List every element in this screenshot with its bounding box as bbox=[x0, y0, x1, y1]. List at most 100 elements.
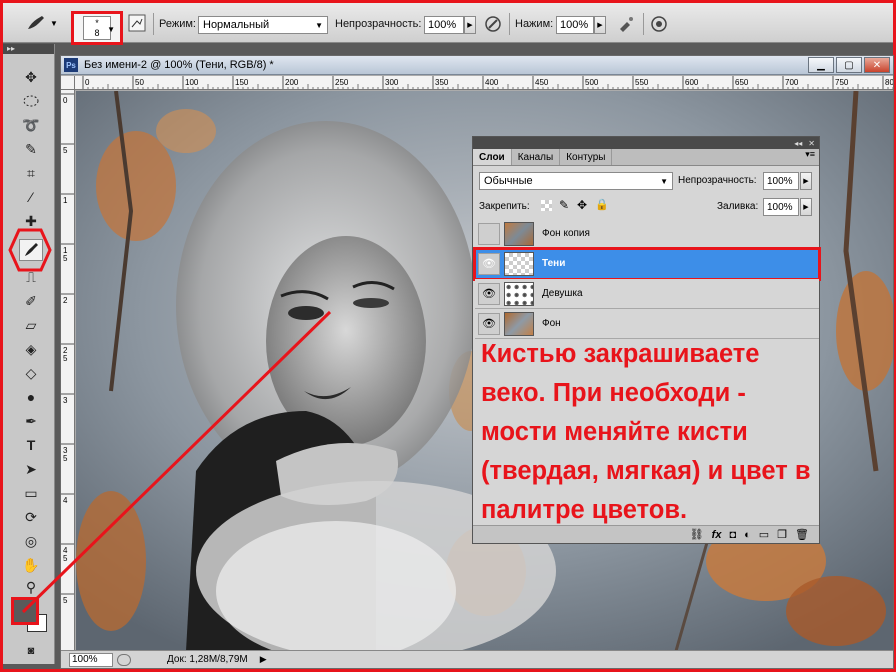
panel-header[interactable]: ◂◂ ✕ bbox=[473, 137, 819, 149]
brush-size-value: 8 bbox=[94, 28, 100, 38]
lock-all-icon[interactable]: 🔒 bbox=[595, 198, 609, 211]
quick-mask-icon[interactable]: ◙ bbox=[19, 640, 43, 662]
fill-label: Заливка: bbox=[717, 201, 759, 212]
ruler-label: 50 bbox=[135, 78, 144, 87]
flow-input[interactable]: 100% bbox=[556, 16, 594, 34]
ruler-label: 0 bbox=[85, 78, 90, 87]
paint-bucket-tool-icon[interactable]: ◈ bbox=[19, 338, 43, 360]
zoom-level-field[interactable]: 100% bbox=[69, 652, 113, 667]
chevron-right-icon[interactable]: ▶ bbox=[260, 654, 267, 665]
layer-row[interactable]: 👁 Девушка bbox=[475, 279, 819, 309]
ruler-corner bbox=[61, 76, 75, 90]
move-tool-icon[interactable]: ✥ bbox=[19, 66, 43, 88]
tablet-opacity-icon[interactable] bbox=[483, 14, 503, 34]
tab-layers[interactable]: Слои bbox=[473, 149, 512, 165]
ruler-label: 4 bbox=[63, 496, 68, 505]
trash-icon[interactable]: 🗑 bbox=[795, 528, 809, 541]
layer-row[interactable]: Фон копия bbox=[475, 219, 819, 249]
brush-panel-toggle-icon[interactable] bbox=[127, 13, 147, 33]
vertical-ruler[interactable]: 051152253354455 bbox=[61, 90, 75, 650]
new-group-icon[interactable]: ▭ bbox=[759, 528, 769, 541]
path-selection-tool-icon[interactable]: ➤ bbox=[19, 458, 43, 480]
ruler-label: 1 bbox=[63, 196, 68, 205]
layer-name: Тени bbox=[542, 258, 566, 269]
eye-icon[interactable]: 👁 bbox=[478, 282, 500, 305]
brush-preset-picker[interactable]: * 8 ▼ bbox=[71, 11, 123, 45]
status-menu-icon[interactable] bbox=[117, 653, 131, 666]
pen-tool-icon[interactable]: ✒ bbox=[19, 410, 43, 432]
3d-orbit-tool-icon[interactable]: ◎ bbox=[19, 530, 43, 552]
lock-position-icon[interactable]: ✥ bbox=[577, 198, 587, 212]
opacity-label: Непрозрачность: bbox=[335, 18, 422, 30]
3d-rotate-tool-icon[interactable]: ⟳ bbox=[19, 506, 43, 528]
toolbox-grip[interactable]: ▸▸ bbox=[3, 44, 54, 54]
add-mask-icon[interactable]: ◘ bbox=[729, 529, 736, 541]
crop-tool-icon[interactable]: ⌗ bbox=[19, 162, 43, 184]
eye-icon[interactable]: 👁 bbox=[478, 312, 500, 335]
clone-stamp-tool-icon[interactable]: ⎍ bbox=[19, 266, 43, 288]
flow-label: Нажим: bbox=[515, 18, 554, 30]
close-button[interactable]: ✕ bbox=[864, 57, 890, 73]
rectangle-tool-icon[interactable]: ▭ bbox=[19, 482, 43, 504]
type-tool-icon[interactable]: T bbox=[19, 434, 43, 456]
lock-transparency-icon[interactable] bbox=[541, 200, 552, 211]
zoom-tool-icon[interactable]: ⚲ bbox=[19, 576, 43, 598]
quick-selection-tool-icon[interactable]: ✎ bbox=[19, 138, 43, 160]
horizontal-ruler[interactable]: 0 50 100 150 200 250 300 350 400 450 500 550 600 650 7… bbox=[75, 76, 893, 90]
toolbox: ▸▸ ✥ ➰ ✎ ⌗ ⁄ ✚ ⎍ ✐ ▱ ◈ ◇ ● ✒ T ➤ ▭ ⟳ ◎ ✋… bbox=[3, 44, 55, 664]
brush-tool-icon[interactable] bbox=[19, 239, 43, 261]
fill-input[interactable]: 100% bbox=[763, 198, 799, 216]
opacity-value: 100% bbox=[428, 19, 457, 31]
blend-mode-select[interactable]: Обычные ▼ bbox=[479, 172, 673, 190]
fill-slider-button[interactable]: ▶ bbox=[800, 198, 812, 216]
foreground-color-swatch[interactable] bbox=[11, 597, 39, 625]
layer-style-icon[interactable]: fx bbox=[712, 529, 722, 541]
airbrush-icon[interactable] bbox=[616, 14, 636, 34]
chevron-down-icon: ▼ bbox=[50, 18, 58, 28]
minimize-button[interactable]: ▁ bbox=[808, 57, 834, 73]
mode-select[interactable]: Нормальный ▼ bbox=[198, 16, 328, 34]
tool-preset-picker[interactable]: ▼ bbox=[25, 13, 61, 33]
dodge-tool-icon[interactable]: ● bbox=[19, 386, 43, 408]
layer-opacity-input[interactable]: 100% bbox=[763, 172, 799, 190]
eye-icon[interactable]: 👁 bbox=[478, 252, 500, 275]
ruler-label: 300 bbox=[385, 78, 399, 87]
maximize-button[interactable]: ▢ bbox=[836, 57, 862, 73]
tab-channels[interactable]: Каналы bbox=[512, 149, 561, 165]
visibility-toggle[interactable] bbox=[478, 222, 500, 245]
panel-menu-icon[interactable]: ▾≡ bbox=[612, 149, 819, 165]
layer-row-selected[interactable]: 👁 Тени bbox=[473, 247, 821, 281]
lasso-tool-icon[interactable]: ➰ bbox=[19, 114, 43, 136]
new-layer-icon[interactable]: ❐ bbox=[777, 528, 787, 541]
tablet-size-icon[interactable] bbox=[649, 14, 669, 34]
ruler-label: 5 bbox=[63, 146, 68, 155]
hand-tool-icon[interactable]: ✋ bbox=[19, 554, 43, 576]
close-panel-icon[interactable]: ✕ bbox=[808, 139, 815, 148]
layer-opacity-slider-button[interactable]: ▶ bbox=[800, 172, 812, 190]
ruler-label: 5 bbox=[63, 596, 68, 605]
eraser-tool-icon[interactable]: ▱ bbox=[19, 314, 43, 336]
document-tab[interactable]: Ps Без имени-2 @ 100% (Тени, RGB/8) * ▁ … bbox=[61, 56, 893, 75]
eyedropper-tool-icon[interactable]: ⁄ bbox=[19, 186, 43, 208]
panel-tabs: Слои Каналы Контуры ▾≡ bbox=[473, 149, 819, 166]
layers-panel-footer: ⛓ fx ◘ ◐ ▭ ❐ 🗑 bbox=[473, 525, 819, 543]
lock-label: Закрепить: bbox=[479, 201, 530, 212]
mode-value: Нормальный bbox=[203, 19, 270, 31]
ruler-label: 5 bbox=[63, 254, 68, 263]
status-bar: 100% Док: 1,28M/8,79M ▶ bbox=[61, 650, 893, 668]
history-brush-tool-icon[interactable]: ✐ bbox=[19, 290, 43, 312]
adjustment-layer-icon[interactable]: ◐ bbox=[744, 529, 751, 541]
blur-tool-icon[interactable]: ◇ bbox=[19, 362, 43, 384]
ruler-label: 5 bbox=[63, 354, 68, 363]
tab-paths[interactable]: Контуры bbox=[560, 149, 613, 165]
collapse-icon[interactable]: ◂◂ bbox=[794, 139, 802, 148]
opacity-input[interactable]: 100% bbox=[424, 16, 464, 34]
marquee-tool-icon[interactable] bbox=[19, 90, 43, 112]
lock-pixels-icon[interactable]: ✎ bbox=[559, 198, 569, 212]
flow-slider-button[interactable]: ▶ bbox=[594, 16, 606, 34]
opacity-slider-button[interactable]: ▶ bbox=[464, 16, 476, 34]
flow-value: 100% bbox=[560, 19, 589, 31]
link-layers-icon[interactable]: ⛓ bbox=[690, 528, 704, 541]
ruler-label: 5 bbox=[63, 454, 68, 463]
ruler-label: 650 bbox=[735, 78, 749, 87]
